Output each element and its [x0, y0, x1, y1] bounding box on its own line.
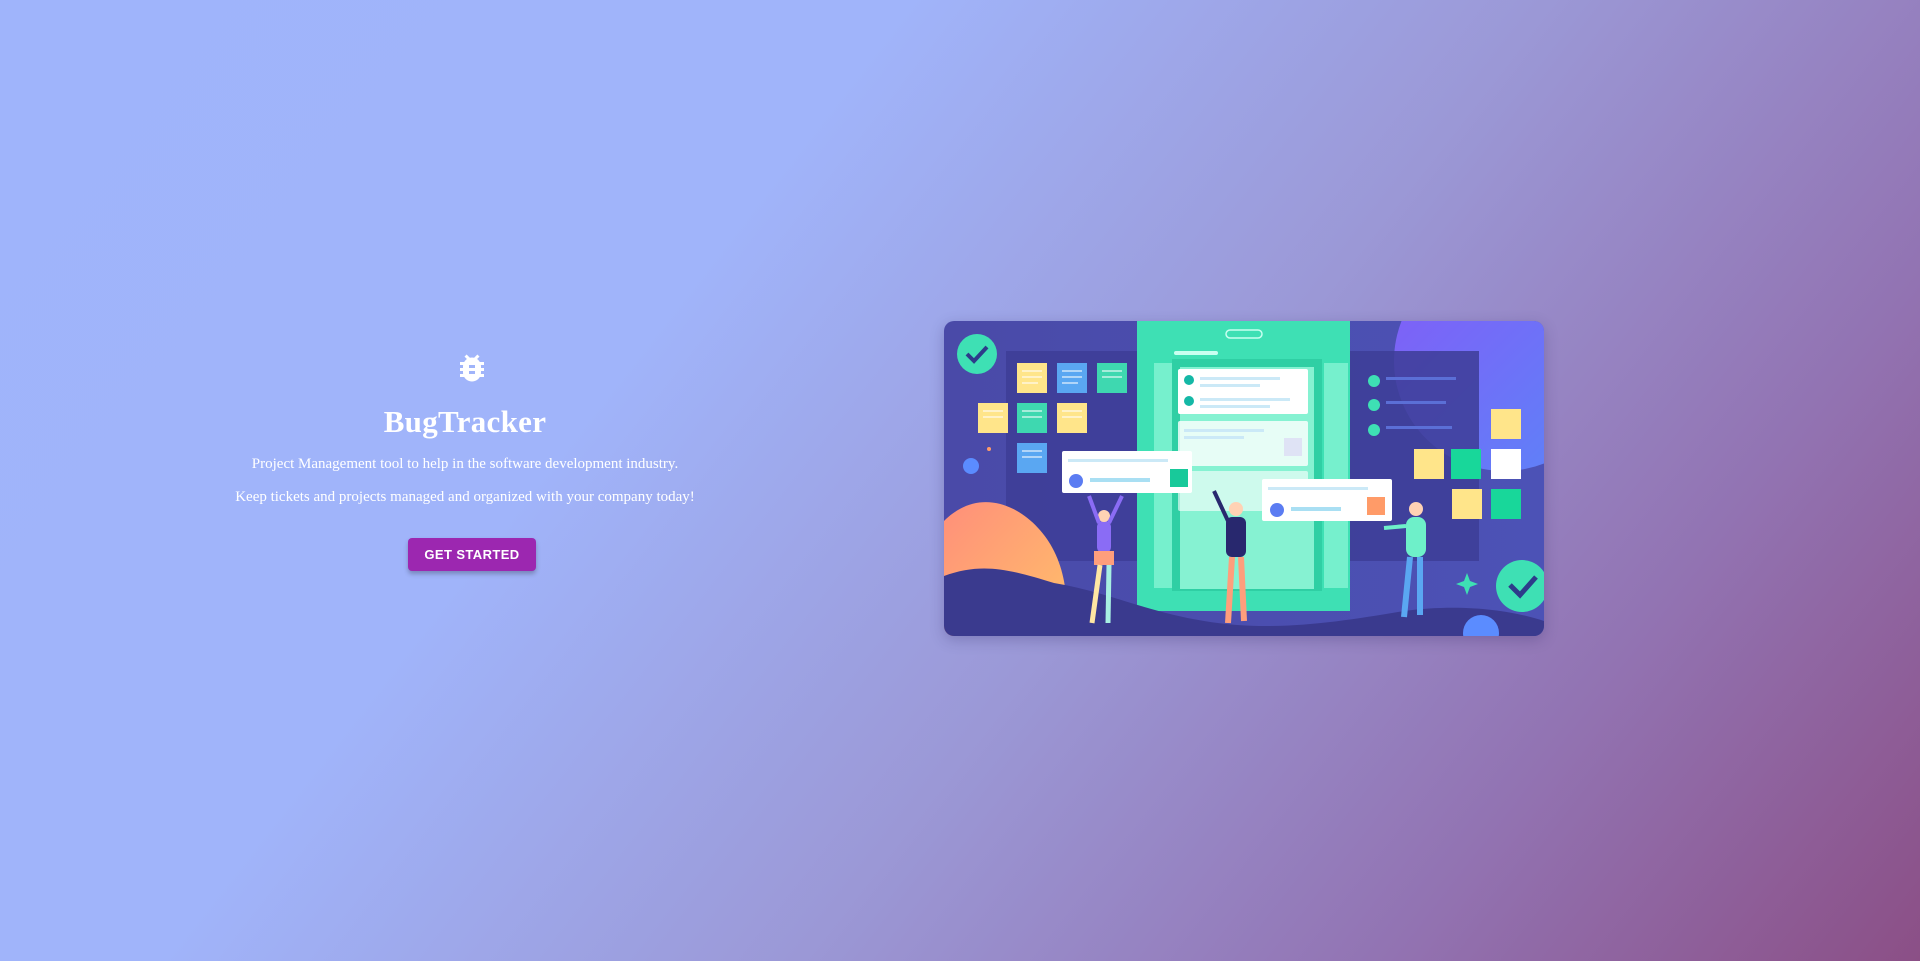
team-kanban-illustration: [944, 321, 1544, 636]
hero-section: BugTracker Project Management tool to he…: [190, 350, 740, 571]
brand-title: BugTracker: [383, 404, 547, 439]
get-started-button[interactable]: GET STARTED: [408, 538, 536, 571]
bug-icon: [460, 354, 484, 382]
tagline-secondary: Keep tickets and projects managed and or…: [235, 489, 695, 505]
tagline-primary: Project Management tool to help in the s…: [251, 456, 679, 472]
